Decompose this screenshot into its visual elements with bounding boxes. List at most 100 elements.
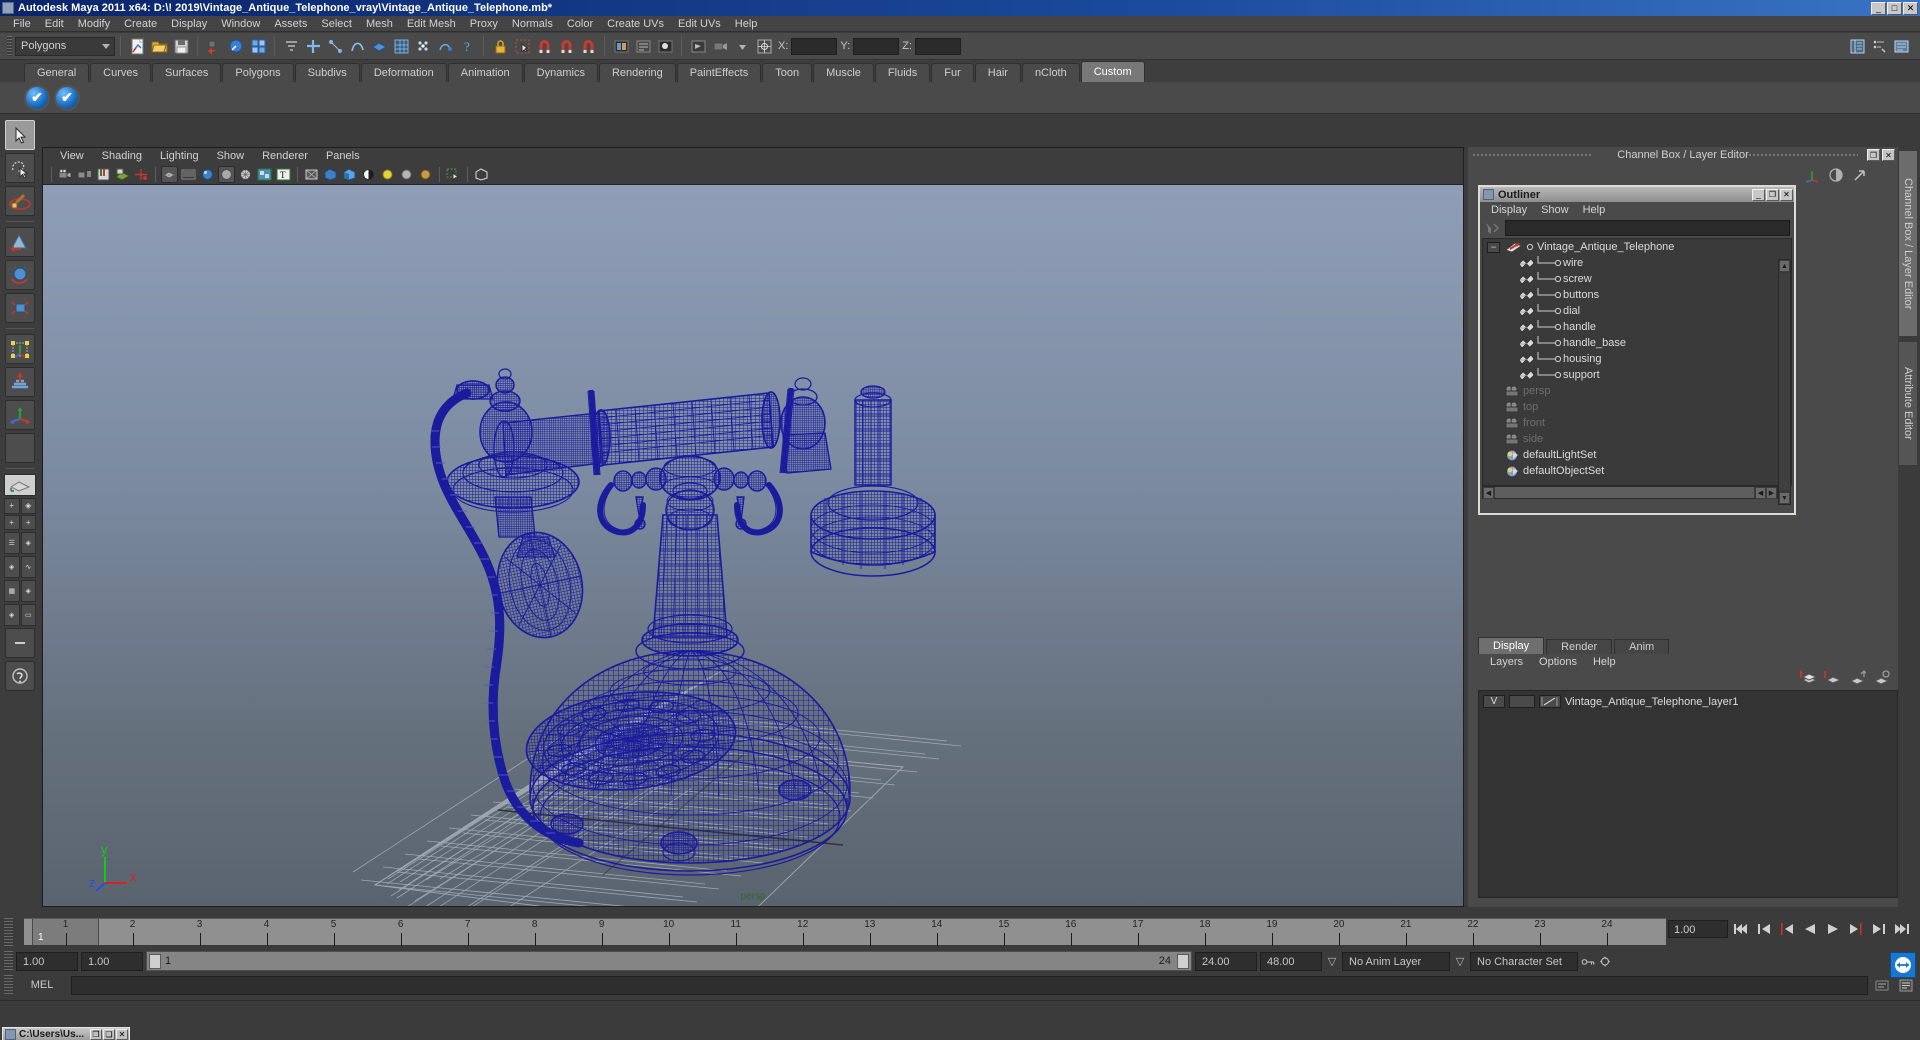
scroll-up-button[interactable]: ▲ bbox=[1779, 260, 1790, 272]
outliner-row[interactable]: buttons bbox=[1483, 287, 1791, 303]
dropdown-arrow-icon[interactable] bbox=[732, 36, 752, 56]
outliner-row[interactable]: handle_base bbox=[1483, 335, 1791, 351]
shelf-tab-animation[interactable]: Animation bbox=[447, 63, 523, 82]
quad-layout-cell-1[interactable]: + bbox=[4, 498, 20, 514]
shelf-tab-rendering[interactable]: Rendering bbox=[598, 63, 676, 82]
range-slider-grip[interactable] bbox=[4, 951, 13, 971]
new-layer-icon[interactable] bbox=[1799, 669, 1818, 689]
z-coord-field[interactable] bbox=[914, 37, 961, 55]
toolbox-help-button[interactable] bbox=[5, 661, 35, 691]
persp-graph-layout-button[interactable]: ◈ ∿ bbox=[4, 556, 36, 578]
show-hide-tool-settings-icon[interactable] bbox=[1891, 36, 1911, 56]
quad-layout-cell-3[interactable]: + bbox=[4, 514, 20, 530]
range-start-time-field[interactable]: 1.00 bbox=[81, 951, 143, 971]
universal-manipulator-button[interactable] bbox=[5, 334, 35, 364]
layer-options-icon[interactable] bbox=[1872, 669, 1890, 689]
persp-graph-editor-layout-button[interactable]: ◈ ▭ bbox=[4, 604, 36, 626]
command-history-icon[interactable] bbox=[1872, 976, 1892, 995]
render-view-icon[interactable] bbox=[611, 36, 631, 56]
menu-item-help[interactable]: Help bbox=[728, 16, 765, 32]
maximize-button[interactable]: □ bbox=[1887, 1, 1902, 15]
outliner-minimize-button[interactable]: _ bbox=[1752, 188, 1765, 201]
viewport-menu-renderer[interactable]: Renderer bbox=[253, 148, 317, 165]
shelf-tab-custom[interactable]: Custom bbox=[1080, 61, 1145, 82]
outliner-vertical-scrollbar[interactable]: ▲ ▼ bbox=[1778, 259, 1791, 505]
layer-shading-icon[interactable] bbox=[1539, 695, 1561, 708]
expand-collapse-icon[interactable]: − bbox=[1487, 241, 1500, 253]
layer-editor-tab-anim[interactable]: Anim bbox=[1614, 639, 1670, 654]
viewport-menu-show[interactable]: Show bbox=[208, 148, 254, 165]
play-backwards-button[interactable] bbox=[1800, 920, 1820, 938]
hscroll-right-button[interactable]: ◀ bbox=[1755, 486, 1766, 499]
persp-graph-cell-1[interactable]: ◈ bbox=[4, 556, 20, 578]
right-tab-attribute-editor[interactable]: Attribute Editor bbox=[1898, 341, 1918, 467]
dock-close-button[interactable]: ✕ bbox=[1882, 149, 1895, 161]
shelf-tab-subdivs[interactable]: Subdivs bbox=[294, 63, 360, 82]
select-camera-icon[interactable] bbox=[57, 166, 74, 183]
outliner-row[interactable]: screw bbox=[1483, 271, 1791, 287]
hscroll-left-button[interactable]: ◀ bbox=[1483, 486, 1494, 499]
magnet-icon-1[interactable] bbox=[534, 36, 554, 56]
timeline-grip[interactable] bbox=[4, 918, 13, 946]
persp-cell-2[interactable]: ◈ bbox=[4, 604, 20, 626]
light-yellow-icon[interactable] bbox=[379, 166, 396, 183]
command-input-field[interactable] bbox=[71, 975, 1868, 995]
dock-grip-right[interactable] bbox=[1748, 153, 1858, 158]
outliner-row[interactable]: wire bbox=[1483, 255, 1791, 271]
shelf-tab-muscle[interactable]: Muscle bbox=[813, 63, 874, 82]
new-layer-from-selected-icon[interactable] bbox=[1824, 670, 1842, 689]
shadows-icon[interactable] bbox=[360, 166, 377, 183]
move-tool-button[interactable] bbox=[5, 227, 35, 257]
open-scene-icon[interactable] bbox=[149, 36, 169, 56]
snap-curve-icon[interactable] bbox=[325, 36, 345, 56]
select-by-component-icon[interactable] bbox=[248, 36, 268, 56]
taskbar-restore-button[interactable]: ❐ bbox=[90, 1029, 102, 1040]
default-lighting-icon[interactable] bbox=[322, 166, 339, 183]
rotate-tool-button[interactable] bbox=[5, 260, 35, 290]
shelf-tab-painteffects[interactable]: PaintEffects bbox=[676, 63, 762, 82]
undo-icon[interactable] bbox=[204, 36, 224, 56]
snap-view-plane-icon[interactable] bbox=[369, 36, 389, 56]
step-forward-frame-button[interactable] bbox=[1846, 920, 1866, 938]
outliner-row[interactable]: support bbox=[1483, 367, 1791, 383]
outliner-row[interactable]: dial bbox=[1483, 303, 1791, 319]
teamviewer-icon[interactable] bbox=[1890, 952, 1916, 978]
graph-editor-cell[interactable]: ▭ bbox=[20, 604, 36, 626]
light-gold-icon[interactable] bbox=[417, 166, 434, 183]
dock-grip-left[interactable] bbox=[1472, 153, 1592, 158]
shelf-tab-surfaces[interactable]: Surfaces bbox=[151, 63, 222, 82]
viewport-menu-shading[interactable]: Shading bbox=[93, 148, 151, 165]
paint-select-tool-button[interactable] bbox=[5, 186, 35, 216]
step-back-frame-button[interactable] bbox=[1777, 920, 1797, 938]
arrow-up-right-icon[interactable] bbox=[1852, 167, 1868, 186]
redo-icon[interactable] bbox=[226, 36, 246, 56]
open-render-view-icon[interactable] bbox=[688, 36, 708, 56]
menu-item-edit-uvs[interactable]: Edit UVs bbox=[671, 16, 728, 32]
layer-menu-options[interactable]: Options bbox=[1531, 654, 1585, 670]
history-icon[interactable] bbox=[435, 36, 455, 56]
text-display-icon[interactable]: T bbox=[275, 166, 292, 183]
xray-display-icon[interactable] bbox=[303, 166, 320, 183]
command-line-grip[interactable] bbox=[4, 975, 13, 995]
outliner-menu-display[interactable]: Display bbox=[1484, 202, 1534, 218]
hscroll-thumb[interactable] bbox=[1495, 487, 1754, 498]
layer-editor-tab-display[interactable]: Display bbox=[1478, 637, 1545, 654]
dock-restore-button[interactable]: ❐ bbox=[1867, 149, 1880, 161]
smooth-shade-all-icon[interactable] bbox=[180, 166, 197, 183]
soft-modification-tool-button[interactable] bbox=[5, 367, 35, 397]
hypershade-persp-layout-button[interactable]: ▦ ◈ bbox=[4, 580, 36, 602]
shelf-tab-toon[interactable]: Toon bbox=[762, 63, 813, 82]
menu-item-modify[interactable]: Modify bbox=[71, 16, 117, 32]
select-tool-icon[interactable] bbox=[512, 36, 532, 56]
scale-tool-button[interactable] bbox=[5, 293, 35, 323]
shelf-tab-fur[interactable]: Fur bbox=[931, 63, 974, 82]
time-slider[interactable]: 1 1 2 3 4 5 6 7 8 9 10 11 12 13 14 15 16 17 18 19 20 21 22 23 24 bbox=[24, 918, 1666, 946]
animation-start-time-field[interactable]: 1.00 bbox=[16, 951, 78, 971]
outliner-maximize-button[interactable]: ❐ bbox=[1766, 188, 1779, 201]
select-hierarchy-icon[interactable] bbox=[281, 36, 301, 56]
menu-item-select[interactable]: Select bbox=[314, 16, 359, 32]
image-plane-icon[interactable] bbox=[114, 166, 131, 183]
camera-attributes-icon[interactable] bbox=[76, 166, 93, 183]
select-tool-button[interactable] bbox=[5, 120, 35, 150]
persp-layout-cell[interactable]: ◈ bbox=[20, 532, 36, 554]
